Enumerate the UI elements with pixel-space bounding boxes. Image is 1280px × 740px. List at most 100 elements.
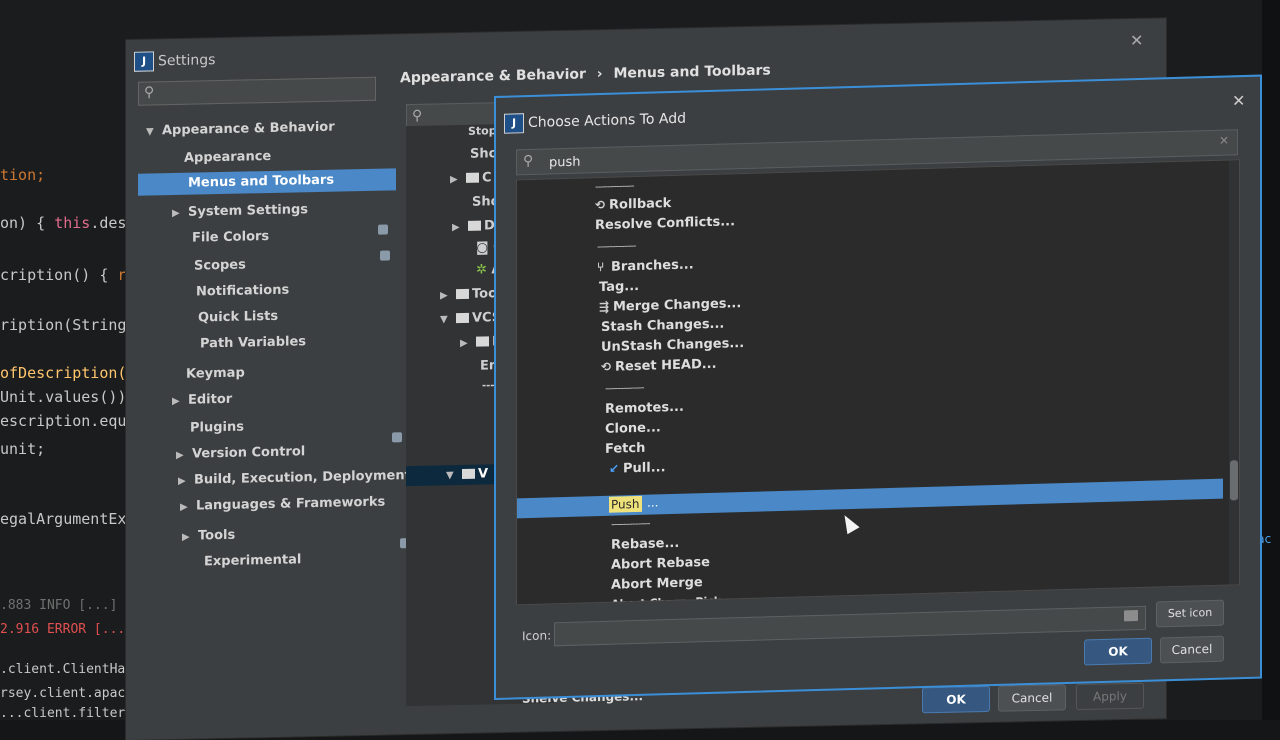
close-icon[interactable]: ✕: [1130, 31, 1143, 50]
set-icon-button[interactable]: Set icon: [1156, 599, 1224, 628]
choose-cancel-button[interactable]: Cancel: [1160, 635, 1224, 664]
tree-item-label: Plugins: [190, 419, 244, 436]
action-label: Reset HEAD...: [615, 356, 717, 375]
search-icon: ⚲: [144, 84, 155, 101]
action-rollback[interactable]: ⟲ Rollback: [595, 196, 671, 213]
settings-cancel-button[interactable]: Cancel: [998, 684, 1066, 712]
project-scope-icon: [380, 250, 390, 261]
tree-item-notifications[interactable]: Notifications: [196, 283, 289, 300]
tree-item-file-colors[interactable]: File Colors: [192, 229, 269, 246]
actions-tree-folder[interactable]: ▼ VCS: [440, 310, 501, 326]
tree-item-system-settings[interactable]: ▶ System Settings: [172, 202, 308, 220]
chevron-down-icon: ▼: [146, 126, 154, 138]
action-abort-cherry-pick[interactable]: Abort Cherry-Pick: [611, 595, 721, 606]
tree-item-label: Appearance: [184, 148, 272, 166]
tree-item-label: Scopes: [194, 257, 246, 274]
actions-tree-folder-selected[interactable]: ▼ V: [446, 466, 488, 482]
code-token: cription() {: [0, 266, 118, 284]
chevron-right-icon: ▶: [178, 475, 186, 487]
settings-search-input[interactable]: ⚲: [138, 76, 376, 106]
chevron-right-icon: ▶: [450, 174, 458, 186]
code-line: unit;: [0, 440, 46, 458]
tree-item-tools[interactable]: ▶ Tools: [182, 528, 235, 544]
merge-icon: ⇶: [599, 299, 610, 315]
tree-item-path-variables[interactable]: Path Variables: [200, 334, 306, 351]
chevron-right-icon: ▶: [172, 207, 180, 220]
code-line: on) { this.descr: [0, 214, 145, 232]
settings-apply-button[interactable]: Apply: [1076, 682, 1144, 711]
actions-tree-folder[interactable]: ▶ C: [450, 170, 492, 186]
action-pull[interactable]: ↙ Pull...: [609, 460, 666, 477]
action-merge-changes[interactable]: ⇶ Merge Changes...: [599, 296, 741, 315]
list-separator: -------------: [605, 380, 644, 395]
action-fetch[interactable]: Fetch: [605, 441, 645, 457]
action-push-ellipsis: ...: [647, 495, 659, 510]
action-label: Pull...: [623, 460, 666, 477]
breadcrumb-current: Menus and Toolbars: [613, 62, 771, 82]
breadcrumb: Appearance & Behavior › Menus and Toolba…: [400, 62, 771, 86]
clear-search-icon[interactable]: ✕: [1219, 133, 1229, 147]
tree-item-quick-lists[interactable]: Quick Lists: [198, 309, 278, 326]
chevron-right-icon: ▶: [172, 395, 180, 408]
project-scope-icon: [378, 224, 388, 235]
action-label: Branches...: [611, 257, 694, 275]
close-icon[interactable]: ✕: [1232, 91, 1245, 110]
action-abort-merge[interactable]: Abort Merge: [611, 575, 703, 593]
action-list[interactable]: ------------- ⟲ Rollback Resolve Conflict…: [516, 159, 1240, 606]
action-stash-changes[interactable]: Stash Changes...: [601, 317, 724, 335]
folder-icon: [468, 220, 481, 231]
code-token: on) {: [0, 214, 55, 232]
tree-item-version-control[interactable]: ▶ Version Control: [176, 444, 305, 462]
action-branches[interactable]: ⑂ Branches...: [597, 257, 694, 275]
rollback-icon: ⟲: [601, 359, 612, 375]
settings-title: Settings: [158, 52, 216, 70]
list-scrollbar[interactable]: [1229, 160, 1239, 585]
action-abort-rebase[interactable]: Abort Rebase: [611, 555, 710, 573]
action-rebase[interactable]: Rebase...: [611, 536, 679, 553]
chevron-right-icon: ▶: [182, 531, 190, 543]
folder-icon: [476, 336, 489, 347]
breadcrumb-separator: ›: [596, 66, 603, 83]
chevron-down-icon: ▼: [440, 314, 448, 326]
action-resolve-conflicts[interactable]: Resolve Conflicts...: [595, 214, 735, 233]
actions-tree-folder[interactable]: ▶ D: [452, 218, 495, 234]
scrollbar-thumb[interactable]: [1230, 460, 1238, 501]
tree-item-appearance[interactable]: Appearance: [184, 149, 271, 166]
tree-item-experimental[interactable]: Experimental: [204, 552, 301, 569]
tree-item-label: System Settings: [188, 202, 309, 220]
tree-item-scopes[interactable]: Scopes: [194, 257, 246, 273]
action-unstash-changes[interactable]: UnStash Changes...: [601, 336, 744, 355]
chevron-right-icon: ▶: [176, 449, 184, 461]
folder-icon[interactable]: [1124, 610, 1138, 622]
screen-edge: [1262, 0, 1280, 720]
intellij-app-icon: J: [134, 51, 154, 72]
action-reset-head[interactable]: ⟲ Reset HEAD...: [601, 357, 717, 375]
breadcrumb-parent[interactable]: Appearance & Behavior: [400, 66, 586, 86]
actions-tree-item[interactable]: Stop: [468, 124, 497, 138]
action-push-highlight[interactable]: Push: [609, 495, 642, 513]
project-scope-icon: [392, 432, 402, 443]
tree-item-label: Quick Lists: [198, 308, 279, 326]
choose-actions-dialog: J Choose Actions To Add ✕ ⚲ ✕ ----------…: [494, 74, 1262, 700]
tree-item-plugins[interactable]: Plugins: [190, 420, 244, 436]
action-clone[interactable]: Clone...: [605, 420, 661, 437]
pull-icon: ↙: [609, 461, 620, 476]
choose-actions-title: Choose Actions To Add: [528, 110, 687, 132]
tree-item-label: Tools: [198, 527, 236, 544]
icon-path-input[interactable]: [554, 605, 1146, 647]
tree-item-label: Notifications: [196, 282, 290, 300]
search-icon: ⚲: [523, 152, 534, 170]
chevron-down-icon: ▼: [446, 470, 454, 482]
code-line: Unit.values()) {: [0, 388, 145, 406]
choose-ok-button[interactable]: OK: [1084, 637, 1152, 666]
tree-item-label: C: [482, 170, 492, 186]
rollback-icon: ⟲: [595, 197, 606, 213]
action-tag[interactable]: Tag...: [599, 279, 639, 295]
action-remotes[interactable]: Remotes...: [605, 400, 684, 417]
log-line: ...client.filter.: [0, 706, 134, 721]
camera-icon: ◙: [476, 240, 494, 256]
tree-item-keymap[interactable]: Keymap: [186, 366, 245, 382]
tree-item-editor[interactable]: ▶ Editor: [172, 392, 232, 408]
settings-ok-button[interactable]: OK: [922, 685, 990, 714]
search-icon: ⚲: [412, 107, 423, 125]
